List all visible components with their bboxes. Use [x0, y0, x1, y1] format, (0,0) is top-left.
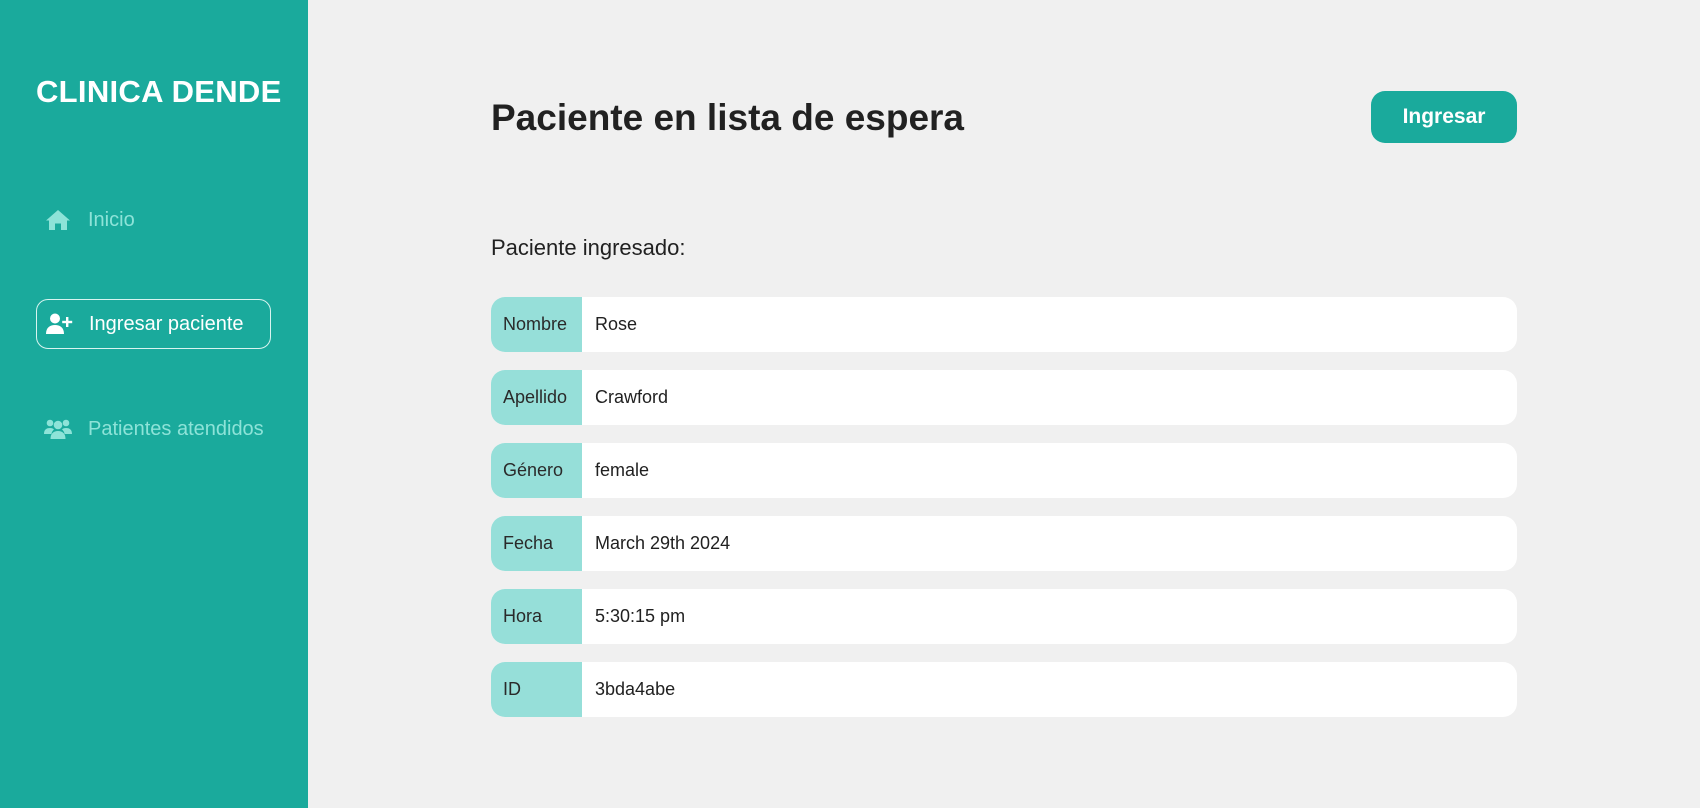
field-key: Nombre: [491, 297, 582, 352]
field-value: Crawford: [595, 387, 669, 407]
field-row-fecha: Fecha March 29th 2024: [491, 516, 1517, 571]
field-key: Apellido: [491, 370, 582, 425]
field-row-id: ID 3bda4abe: [491, 662, 1517, 717]
field-row-hora: Hora 5:30:15 pm: [491, 589, 1517, 644]
users-icon: [44, 419, 72, 439]
field-value: female: [595, 460, 650, 480]
sidebar: CLINICA DENDE Inicio Ingresar paciente P…: [0, 0, 308, 808]
app: CLINICA DENDE Inicio Ingresar paciente P…: [0, 0, 1700, 808]
field-key: Fecha: [491, 516, 582, 571]
field-key: Género: [491, 443, 582, 498]
section-label: Paciente ingresado:: [491, 235, 686, 260]
main-content: Paciente en lista de espera Ingresar Pac…: [308, 0, 1700, 808]
sidebar-item-patientes-atendidos[interactable]: Patientes atendidos: [36, 404, 271, 454]
sidebar-item-label: Ingresar paciente: [89, 312, 244, 335]
sidebar-item-label: Inicio: [88, 208, 135, 231]
patient-fields: Nombre Rose Apellido Crawford Género fem…: [491, 297, 1517, 735]
home-icon: [46, 210, 70, 230]
field-row-nombre: Nombre Rose: [491, 297, 1517, 352]
sidebar-item-label: Patientes atendidos: [88, 417, 264, 440]
field-value: 5:30:15 pm: [595, 606, 686, 626]
sidebar-item-inicio[interactable]: Inicio: [36, 195, 271, 245]
sidebar-item-ingresar-paciente[interactable]: Ingresar paciente: [36, 299, 271, 349]
field-value: 3bda4abe: [595, 679, 676, 699]
field-row-apellido: Apellido Crawford: [491, 370, 1517, 425]
brand-logo: CLINICA DENDE: [36, 74, 282, 109]
field-key: Hora: [491, 589, 582, 644]
field-row-genero: Género female: [491, 443, 1517, 498]
ingresar-button[interactable]: Ingresar: [1371, 91, 1517, 143]
field-value: Rose: [595, 314, 638, 334]
page-title: Paciente en lista de espera: [491, 97, 965, 138]
field-key: ID: [491, 662, 582, 717]
field-value: March 29th 2024: [595, 533, 731, 553]
user-plus-icon: [46, 313, 73, 334]
